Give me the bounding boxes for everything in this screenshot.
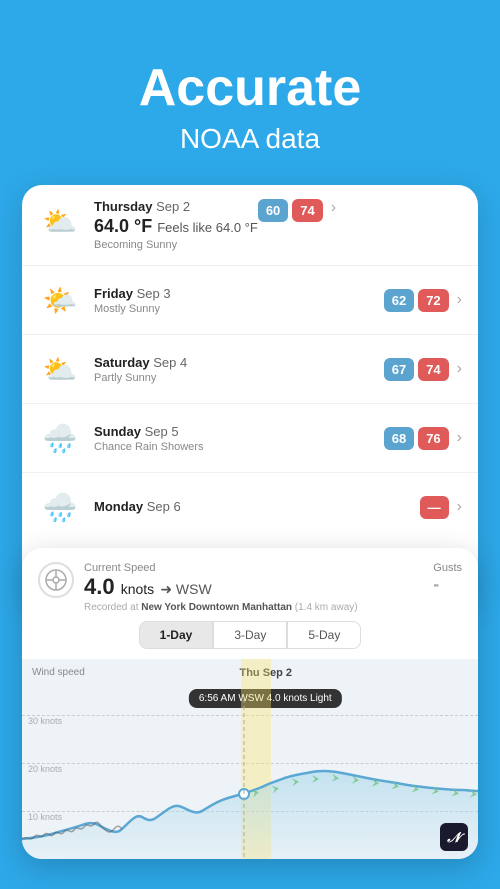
date-saturday: Saturday Sep 4 <box>94 355 384 370</box>
temp-badges-sunday: 68 76 <box>384 427 449 450</box>
weather-icon-sunday: 🌧️ <box>38 416 82 460</box>
weather-row-saturday[interactable]: ⛅ Saturday Sep 4 Partly Sunny 67 74 › <box>22 335 478 404</box>
weather-icon-thursday: ⛅ <box>38 199 82 243</box>
tab-3day[interactable]: 3-Day <box>213 621 287 649</box>
weather-icon-friday: 🌤️ <box>38 278 82 322</box>
chevron-saturday[interactable]: › <box>457 360 462 378</box>
desc-thursday: Becoming Sunny <box>94 239 258 251</box>
weather-card: ⛅ Thursday Sep 2 64.0 °F Feels like 64.0… <box>22 185 478 603</box>
app-header: Accurate NOAA data <box>0 0 500 185</box>
weather-icon-saturday: ⛅ <box>38 347 82 391</box>
temp-badges-saturday: 67 74 <box>384 358 449 381</box>
date-thursday: Thursday Sep 2 <box>94 199 258 214</box>
date-sunday: Sunday Sep 5 <box>94 424 384 439</box>
app-logo: 𝒩 <box>440 823 468 851</box>
weather-row-thursday[interactable]: ⛅ Thursday Sep 2 64.0 °F Feels like 64.0… <box>22 185 478 266</box>
wind-header: Current Speed 4.0 knots ➜ WSW Recorded a… <box>22 548 478 621</box>
temp-badges-monday: — <box>420 496 449 519</box>
weather-icon-monday: 🌧️ <box>38 485 82 529</box>
low-temp-thursday: 60 <box>258 199 288 222</box>
main-title: Accurate <box>20 60 480 117</box>
desc-friday: Mostly Sunny <box>94 303 384 315</box>
wind-recorded: Recorded at New York Downtown Manhattan … <box>84 602 358 613</box>
chevron-monday[interactable]: › <box>457 498 462 516</box>
chevron-friday[interactable]: › <box>457 291 462 309</box>
weather-row-sunday[interactable]: 🌧️ Sunday Sep 5 Chance Rain Showers 68 7… <box>22 404 478 473</box>
wind-chart: Wind speed Thu Sep 2 6:56 AM WSW 4.0 kno… <box>22 659 478 859</box>
temp-thursday: 64.0 °F Feels like 64.0 °F <box>94 216 258 237</box>
chevron-sunday[interactable]: › <box>457 429 462 447</box>
main-subtitle: NOAA data <box>20 123 480 155</box>
tab-5day[interactable]: 5-Day <box>287 621 361 649</box>
desc-sunday: Chance Rain Showers <box>94 441 384 453</box>
wind-chart-svg <box>22 699 478 859</box>
high-temp-thursday: 74 <box>292 199 322 222</box>
date-friday: Friday Sep 3 <box>94 286 384 301</box>
wind-gusts: Gusts - <box>433 562 462 595</box>
temp-badges-friday: 62 72 <box>384 289 449 312</box>
desc-saturday: Partly Sunny <box>94 372 384 384</box>
wind-wheel-icon <box>38 562 74 598</box>
date-monday: Monday Sep 6 <box>94 499 420 514</box>
weather-row-friday[interactable]: 🌤️ Friday Sep 3 Mostly Sunny 62 72 › <box>22 266 478 335</box>
wind-label: Current Speed <box>84 562 358 574</box>
chevron-thursday[interactable]: › <box>331 199 336 217</box>
wind-speed-card: Current Speed 4.0 knots ➜ WSW Recorded a… <box>22 548 478 859</box>
wind-speed-value: 4.0 knots ➜ WSW <box>84 574 358 600</box>
temp-badges-thursday: 60 74 <box>258 199 323 222</box>
tab-1day[interactable]: 1-Day <box>139 621 214 649</box>
wind-tabs: 1-Day 3-Day 5-Day <box>22 621 478 659</box>
weather-row-monday[interactable]: 🌧️ Monday Sep 6 — › <box>22 473 478 541</box>
